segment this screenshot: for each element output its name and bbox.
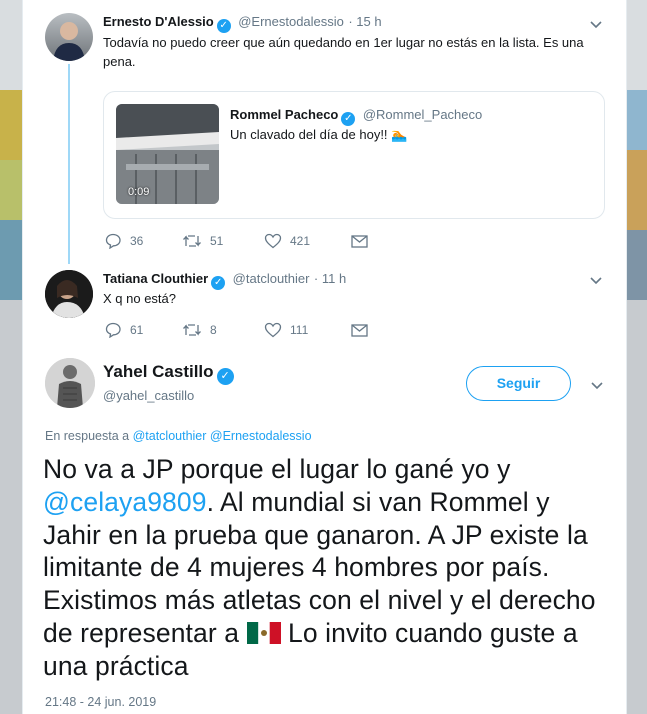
main-text-part1: No va a JP porque el lugar lo gané yo y [43, 454, 511, 484]
reply2-header: Tatiana Clouthier ✓ @tatclouthier · 11 h [103, 270, 346, 290]
main-tweet-text: No va a JP porque el lugar lo gané yo y … [43, 453, 613, 683]
reply1-header: Ernesto D'Alessio ✓ @Ernestodalessio · 15… [103, 13, 382, 33]
verified-icon: ✓ [216, 368, 234, 385]
reply1-handle[interactable]: @Ernestodalessio [238, 14, 344, 29]
envelope-icon [351, 323, 368, 337]
reply-prefix: En respuesta a [45, 429, 130, 443]
chevron-down-icon[interactable] [588, 16, 604, 32]
tweet-card: Ernesto D'Alessio ✓ @Ernestodalessio · 15… [22, 0, 627, 714]
reply2-handle[interactable]: @tatclouthier [233, 271, 310, 286]
reply2-time[interactable]: · 11 h [314, 271, 346, 286]
chevron-down-icon[interactable] [589, 377, 605, 393]
tweet-timestamp[interactable]: 21:48 - 24 jun. 2019 [45, 695, 156, 709]
quoted-tweet[interactable]: 0:09 Rommel Pacheco ✓ @Rommel_Pacheco Un … [103, 91, 605, 219]
follow-button[interactable]: Seguir [466, 366, 571, 401]
mention-tatclouthier[interactable]: @tatclouthier [133, 429, 207, 443]
heart-icon [264, 322, 282, 338]
mention-celaya9809[interactable]: @celaya9809 [43, 487, 207, 517]
reply1-name[interactable]: Ernesto D'Alessio [103, 14, 214, 29]
video-thumbnail[interactable]: 0:09 [116, 104, 219, 204]
main-handle[interactable]: @yahel_castillo [103, 388, 194, 403]
reply2-name[interactable]: Tatiana Clouthier [103, 271, 208, 286]
like-count: 111 [290, 323, 309, 337]
reply-context: En respuesta a @tatclouthier @Ernestodal… [45, 429, 312, 443]
chevron-down-icon[interactable] [588, 272, 604, 288]
like-count: 421 [290, 234, 311, 248]
quote-name: Rommel Pacheco [230, 107, 339, 122]
mexico-flag-icon [246, 621, 281, 644]
main-name[interactable]: Yahel Castillo [103, 362, 214, 381]
reply-icon [105, 233, 121, 249]
reply-button[interactable]: 36 [105, 233, 150, 249]
background-right [625, 0, 647, 714]
reply-icon [105, 322, 121, 338]
heart-icon [264, 233, 282, 249]
video-duration: 0:09 [128, 186, 150, 198]
reply1-actions: 36 51 421 [105, 233, 408, 249]
thread-line [68, 64, 70, 264]
verified-icon: ✓ [211, 276, 226, 290]
envelope-icon [351, 234, 368, 248]
retweet-count: 51 [210, 234, 224, 248]
mention-ernestodalessio[interactable]: @Ernestodalessio [210, 429, 312, 443]
verified-icon: ✓ [216, 19, 231, 33]
like-button[interactable]: 421 [264, 233, 319, 249]
reply-button[interactable]: 61 [105, 322, 150, 338]
dm-button[interactable] [351, 323, 376, 337]
reply1-text: Todavía no puedo creer que aún quedando … [103, 35, 584, 69]
reply1-time[interactable]: · 15 h [348, 14, 381, 29]
reply-count: 36 [130, 234, 144, 248]
dm-button[interactable] [351, 234, 376, 248]
reply2-text: X q no está? [103, 291, 176, 306]
reply-count: 61 [130, 323, 144, 337]
retweet-button[interactable]: 8 [182, 323, 232, 337]
avatar-yahel[interactable] [45, 358, 95, 408]
avatar-ernesto[interactable] [45, 13, 93, 61]
verified-icon: ✓ [341, 112, 356, 126]
quote-text: Un clavado del día de hoy!! 🏊 [230, 127, 408, 142]
retweet-button[interactable]: 51 [182, 234, 232, 248]
retweet-count: 8 [210, 323, 217, 337]
reply2-actions: 61 8 111 [105, 322, 408, 338]
quote-handle: @Rommel_Pacheco [362, 107, 483, 122]
main-header: Yahel Castillo ✓ [103, 362, 237, 385]
like-button[interactable]: 111 [264, 322, 319, 338]
retweet-icon [183, 324, 201, 336]
quote-header: Rommel Pacheco ✓ @Rommel_Pacheco [230, 106, 482, 126]
avatar-tatiana[interactable] [45, 270, 93, 318]
background-left [0, 0, 22, 714]
retweet-icon [183, 235, 201, 247]
